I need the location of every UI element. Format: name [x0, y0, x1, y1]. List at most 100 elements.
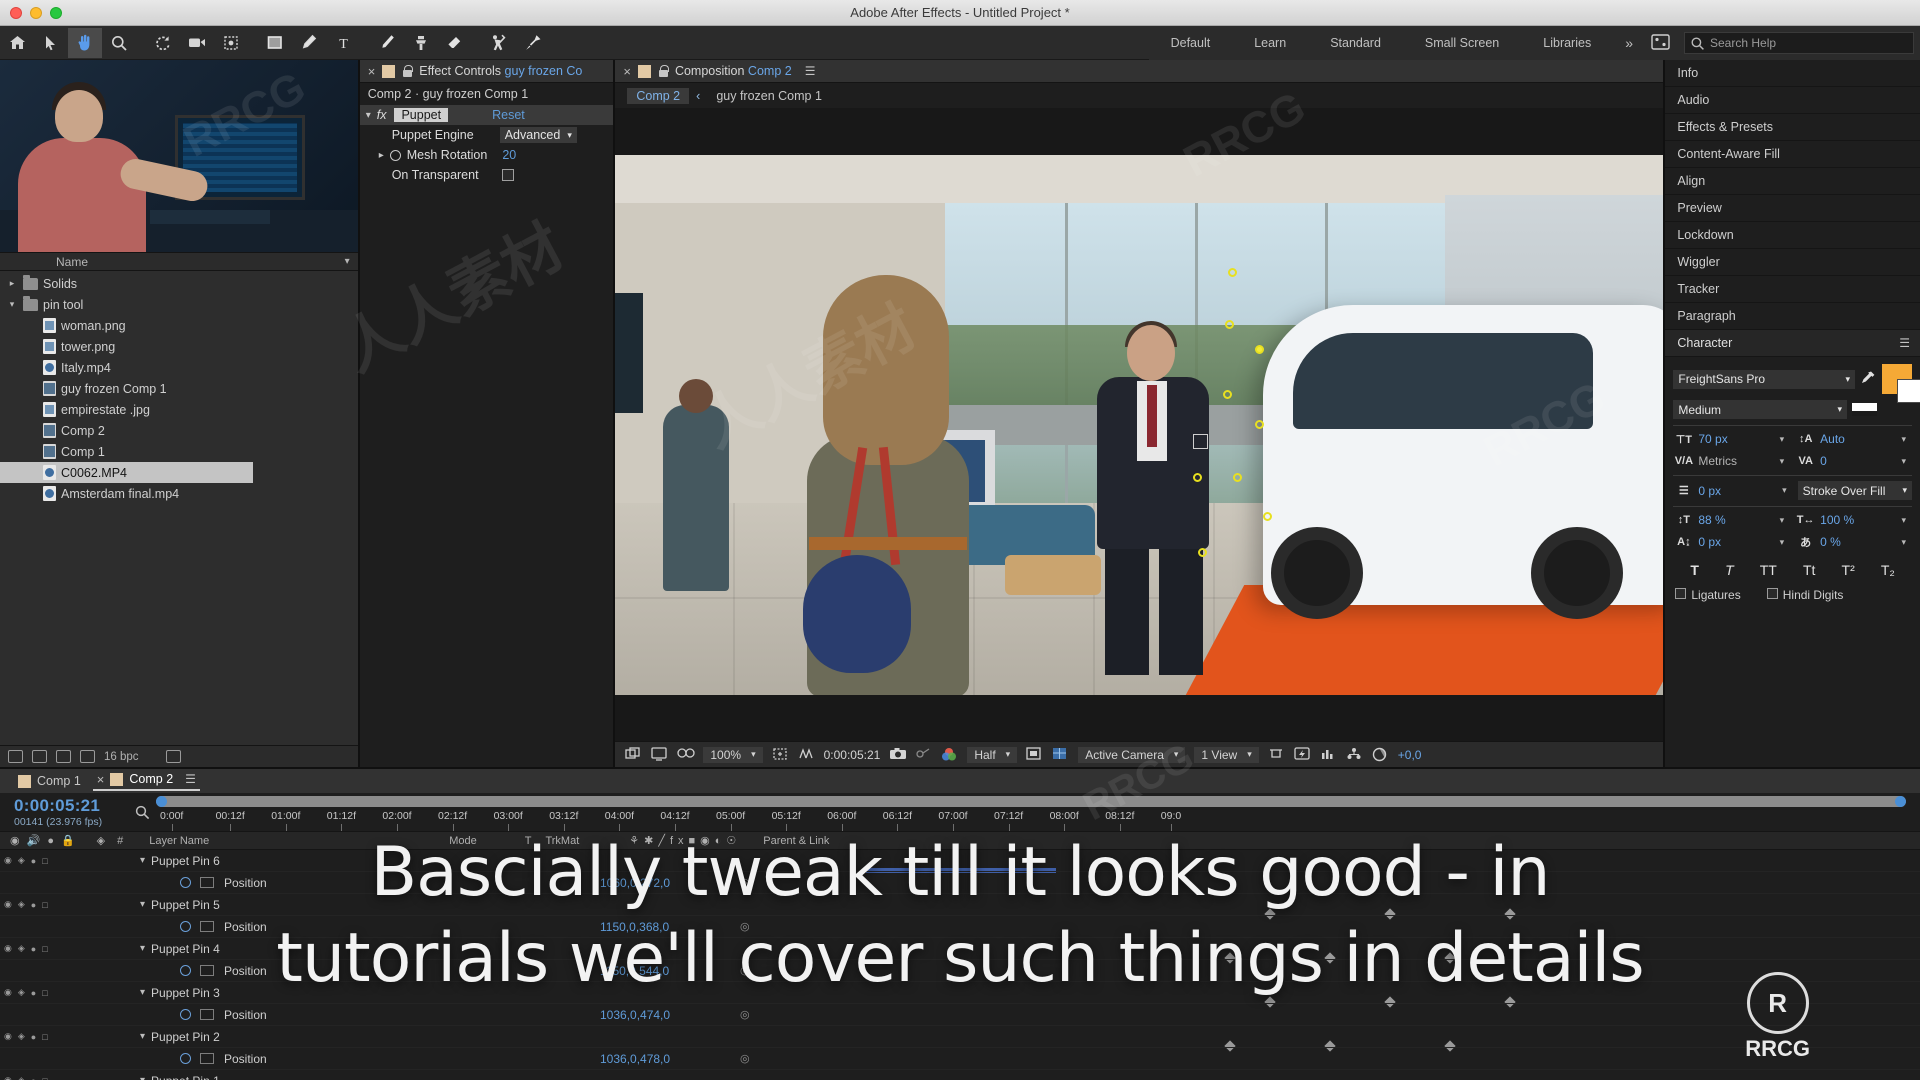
hand-tool-icon[interactable] [68, 27, 102, 58]
timeline-property-row[interactable]: Position 1150,0,544,0 ◎ [0, 960, 1920, 982]
chevron-down-icon[interactable]: ▾ [366, 110, 371, 121]
vertical-scale-field[interactable]: ↕T 88 % ▾ [1673, 512, 1790, 528]
audio-toggle-icon[interactable]: ◈ [18, 855, 25, 866]
graph-editor-icon[interactable] [200, 965, 214, 976]
stroke-width-field[interactable]: ☰ 0 px ▾ [1673, 483, 1792, 499]
style-button-subscript[interactable]: T₂ [1881, 562, 1895, 578]
new-comp-icon[interactable] [32, 750, 47, 763]
timeline-layer-row[interactable]: ◉ ◈ ● □ ▾ Puppet Pin 3 [0, 982, 1920, 1004]
transparency-grid-icon[interactable] [798, 747, 815, 762]
puppet-engine-dropdown[interactable]: Advanced ▾ [499, 127, 577, 143]
lock-toggle-icon[interactable]: □ [42, 856, 47, 866]
reset-exposure-icon[interactable] [1372, 747, 1389, 762]
bit-depth-label[interactable]: 16 bpc [104, 751, 139, 763]
puppet-pin-marker[interactable] [1223, 389, 1233, 399]
effect-row-puppet[interactable]: ▾ fx Puppet Reset [359, 105, 614, 125]
video-toggle-icon[interactable]: ◉ [4, 899, 12, 910]
rotation-tool-icon[interactable] [146, 28, 180, 58]
timeline-layer-row[interactable]: ◉ ◈ ● □ ▾ Puppet Pin 4 [0, 938, 1920, 960]
lock-toggle-icon[interactable]: □ [42, 988, 47, 998]
font-style-dropdown[interactable]: Medium ▾ [1673, 400, 1847, 419]
project-item-solids[interactable]: ▸ Solids [0, 273, 358, 294]
roto-brush-icon[interactable] [482, 28, 516, 58]
resolution-region-icon[interactable] [772, 747, 789, 762]
timeline-layer-row[interactable]: ◉ ◈ ● □ ▾ Puppet Pin 6 [0, 850, 1920, 872]
close-icon[interactable]: × [368, 64, 376, 79]
leading-field[interactable]: ↕A Auto ▾ [1795, 431, 1912, 447]
panel-menu-icon[interactable]: ☰ [1899, 336, 1910, 350]
keyframe-navigator-icon[interactable]: ◎ [740, 920, 750, 933]
timeline-tab-comp2[interactable]: × Comp 2 ☰ [92, 772, 200, 791]
eraser-tool-icon[interactable] [438, 28, 472, 58]
project-footer-bar[interactable]: 16 bpc [0, 745, 358, 767]
stopwatch-icon[interactable] [180, 877, 191, 888]
horizontal-scale-field[interactable]: T↔ 100 % ▾ [1795, 512, 1912, 528]
brush-tool-icon[interactable] [370, 28, 404, 58]
panel-tab-paragraph[interactable]: Paragraph [1665, 303, 1920, 330]
character-panel[interactable]: FreightSans Pro ▾ Medium ▾ ⊤T 70 px ▾ ↕A… [1665, 357, 1920, 606]
baseline-shift-field[interactable]: A↨ 0 px ▾ [1673, 534, 1790, 550]
chevron-down-icon[interactable]: ▾ [140, 899, 145, 910]
stopwatch-icon[interactable] [180, 921, 191, 932]
region-of-interest-icon[interactable] [1026, 747, 1043, 762]
label-color-icon[interactable]: ◈ [75, 834, 105, 847]
lock-toggle-icon[interactable]: □ [42, 1076, 47, 1080]
solo-toggle-icon[interactable]: ● [31, 944, 36, 954]
chevron-down-icon[interactable]: ▾ [6, 299, 18, 310]
graph-editor-icon[interactable] [200, 921, 214, 932]
stopwatch-icon[interactable] [389, 149, 401, 161]
solo-toggle-icon[interactable]: ● [31, 988, 36, 998]
chevron-right-icon[interactable]: ▸ [379, 150, 384, 161]
audio-toggle-icon[interactable]: ◈ [18, 899, 25, 910]
breadcrumb-item-comp2[interactable]: Comp 2 [627, 87, 690, 104]
fast-previews-icon[interactable] [1294, 747, 1311, 762]
graph-editor-icon[interactable] [200, 877, 214, 888]
puppet-pin-marker[interactable] [1228, 267, 1238, 277]
keyframe-navigator-icon[interactable]: ◎ [740, 1052, 750, 1065]
workspace-tab-learn[interactable]: Learn [1232, 26, 1308, 60]
timeline-property-row[interactable]: Position 1060,0,272,0 ◎ [0, 872, 1920, 894]
fill-color-swatch[interactable] [1882, 364, 1920, 403]
video-toggle-icon[interactable]: ◉ [10, 834, 20, 847]
chevron-down-icon[interactable]: ▾ [140, 1031, 145, 1042]
audio-toggle-icon[interactable]: ◈ [18, 1075, 25, 1080]
timeline-property-row[interactable]: Position 1150,0,368,0 ◎ [0, 916, 1920, 938]
lock-toggle-icon[interactable]: □ [42, 944, 47, 954]
workspace-bar[interactable]: Default Learn Standard Small Screen Libr… [1148, 26, 1920, 60]
audio-toggle-icon[interactable]: ◈ [18, 1031, 25, 1042]
puppet-pin-marker[interactable] [1233, 472, 1243, 482]
style-button-italic[interactable]: T [1725, 562, 1734, 578]
renderer-options-icon[interactable] [1346, 747, 1363, 762]
ligatures-checkbox[interactable]: Ligatures [1675, 588, 1741, 602]
panel-tab-tracker[interactable]: Tracker [1665, 276, 1920, 303]
delete-icon[interactable] [165, 750, 181, 763]
camera-view-dropdown[interactable]: Active Camera ▾ [1078, 746, 1186, 763]
tracking-field[interactable]: VA 0 ▾ [1795, 453, 1912, 469]
chevron-down-icon[interactable]: ▾ [140, 1075, 145, 1080]
channel-rgb-icon[interactable] [941, 747, 958, 762]
3d-glasses-icon[interactable] [677, 747, 696, 762]
project-item-amsterdam-final-mp4[interactable]: Amsterdam final.mp4 [0, 483, 358, 504]
breadcrumb-item-guy-frozen[interactable]: guy frozen Comp 1 [707, 88, 831, 104]
puppet-pin-marker[interactable] [1255, 344, 1265, 354]
stopwatch-icon[interactable] [180, 1053, 191, 1064]
search-help-input[interactable]: Search Help [1684, 32, 1914, 54]
close-icon[interactable]: × [97, 772, 105, 787]
mode-header[interactable]: Mode [209, 835, 477, 847]
style-button-bold[interactable]: T [1690, 562, 1699, 578]
stopwatch-icon[interactable] [180, 1009, 191, 1020]
camera-orbit-icon[interactable] [180, 28, 214, 58]
video-toggle-icon[interactable]: ◉ [4, 987, 12, 998]
viewer-current-time[interactable]: 0:00:05:21 [824, 748, 881, 762]
property-value[interactable]: 1036,0,478,0 [600, 1052, 670, 1066]
style-button-superscript[interactable]: T² [1842, 562, 1855, 578]
panel-menu-icon[interactable]: ☰ [185, 772, 196, 786]
home-icon[interactable] [0, 28, 34, 58]
workspace-tab-libraries[interactable]: Libraries [1521, 26, 1613, 60]
property-value[interactable]: 1036,0,474,0 [600, 1008, 670, 1022]
puppet-mesh-handle[interactable] [1193, 433, 1209, 449]
stroke-mode-dropdown[interactable]: Stroke Over Fill ▾ [1797, 481, 1912, 500]
workspace-settings-icon[interactable] [1645, 33, 1676, 53]
tools-toolbar[interactable]: T Default Learn Standard Small Screen Li… [0, 26, 1920, 60]
time-navigator-bar[interactable] [156, 796, 1906, 807]
